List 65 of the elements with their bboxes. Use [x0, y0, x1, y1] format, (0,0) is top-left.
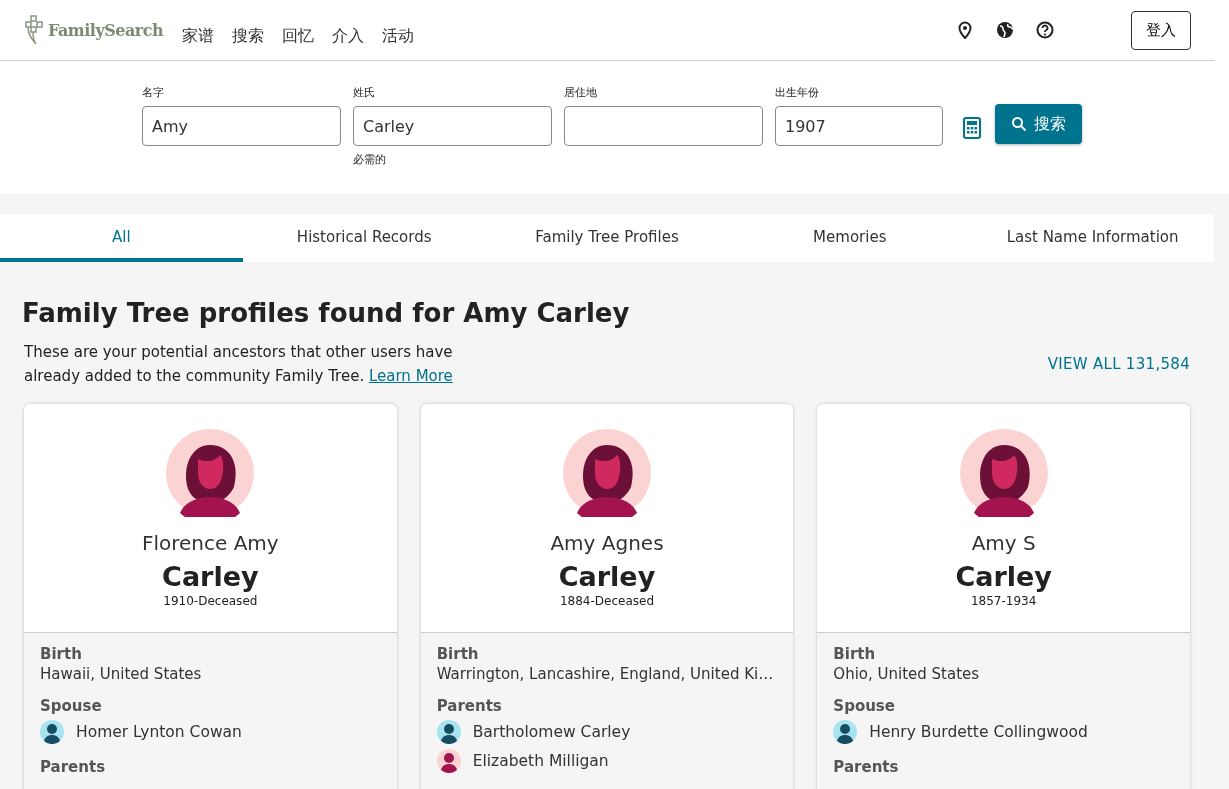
- given-name: Amy Agnes: [550, 531, 664, 555]
- detail-label: Parents: [40, 758, 107, 776]
- sign-in-button[interactable]: 登入: [1131, 10, 1191, 50]
- woman-avatar-icon: [959, 429, 1048, 517]
- nav-link[interactable]: 家谱: [173, 19, 224, 53]
- life-dates: 1910-Deceased: [163, 594, 258, 608]
- section-title: Family Tree profiles found for Amy Carley: [22, 298, 631, 328]
- learn-more-link[interactable]: Learn More: [368, 367, 453, 385]
- view-all-link[interactable]: VIEW ALL 131,584: [1047, 355, 1190, 373]
- search-field[interactable]: 1907: [775, 106, 943, 146]
- field-label: 姓氏: [353, 85, 376, 100]
- profile-card[interactable]: Amy S Carley 1857-1934 Birth Ohio, United States Spouse Henry Burdette Collingwood Parents: [817, 404, 1190, 789]
- surname: Carley: [558, 561, 656, 592]
- life-dates: 1884-Deceased: [559, 594, 655, 608]
- woman-avatar-icon: [166, 429, 255, 517]
- field-label: 出生年份: [775, 85, 820, 100]
- search-field[interactable]: Amy: [142, 106, 341, 146]
- detail-value: Ohio, United States: [833, 665, 981, 683]
- life-dates: 1857-1934: [970, 594, 1037, 608]
- result-tab[interactable]: Last Name Information: [971, 214, 1214, 262]
- field-label: 名字: [142, 85, 165, 100]
- woman-avatar-icon: [436, 749, 461, 773]
- detail-label: Spouse: [833, 697, 896, 715]
- location-pin-icon[interactable]: [956, 21, 974, 39]
- result-tab[interactable]: Historical Records: [242, 214, 486, 262]
- nav-link[interactable]: 活动: [373, 19, 424, 53]
- required-hint: 必需的: [353, 152, 387, 167]
- profile-card[interactable]: Amy Agnes Carley 1884-Deceased Birth Warrington, Lancashire, England, United Ki… Parents Bartholomew Carley Elizabeth Milligan: [420, 404, 794, 789]
- site-logo[interactable]: FamilySearch: [24, 15, 164, 45]
- surname: Carley: [162, 561, 259, 592]
- man-avatar-icon: [40, 720, 64, 744]
- search-field[interactable]: [564, 106, 763, 146]
- person-name[interactable]: Elizabeth Milligan: [472, 752, 609, 770]
- search-button[interactable]: 搜索: [995, 104, 1082, 144]
- result-tab[interactable]: All: [0, 214, 243, 262]
- surname: Carley: [955, 561, 1052, 592]
- man-avatar-icon: [436, 720, 461, 744]
- calculator-icon[interactable]: [963, 117, 981, 139]
- result-tab[interactable]: Family Tree Profiles: [485, 214, 729, 262]
- detail-value: Warrington, Lancashire, England, United Ki…: [436, 665, 775, 683]
- man-avatar-icon: [833, 720, 858, 744]
- person-name[interactable]: Bartholomew Carley: [472, 723, 631, 741]
- person-name[interactable]: Henry Burdette Collingwood: [869, 723, 1088, 741]
- detail-label: Birth: [436, 645, 480, 663]
- detail-label: Spouse: [40, 697, 103, 715]
- detail-label: Birth: [40, 645, 83, 663]
- nav-link[interactable]: 介入: [323, 19, 374, 53]
- detail-label: Parents: [833, 758, 900, 776]
- detail-label: Birth: [833, 645, 877, 663]
- woman-avatar-icon: [563, 429, 651, 517]
- section-description: These are your potential ancestors that other users have already added to the community Family Tree. Learn More: [24, 342, 454, 387]
- field-label: 居住地: [564, 85, 598, 100]
- detail-label: Parents: [436, 697, 503, 715]
- nav-link[interactable]: 回忆: [273, 19, 324, 53]
- result-tab[interactable]: Memories: [728, 214, 972, 262]
- profile-card[interactable]: Florence Amy Carley 1910-Deceased Birth Hawaii, United States Spouse Homer Lynton Cowan Parents: [24, 404, 397, 789]
- person-name[interactable]: Homer Lynton Cowan: [76, 723, 242, 741]
- nav-link[interactable]: 搜索: [223, 19, 274, 53]
- given-name: Florence Amy: [141, 531, 279, 555]
- search-icon: [1011, 116, 1027, 132]
- help-icon[interactable]: [1036, 21, 1054, 39]
- given-name: Amy S: [971, 531, 1036, 555]
- detail-value: Hawaii, United States: [40, 665, 203, 683]
- globe-icon[interactable]: [996, 21, 1014, 39]
- search-field[interactable]: Carley: [353, 106, 552, 146]
